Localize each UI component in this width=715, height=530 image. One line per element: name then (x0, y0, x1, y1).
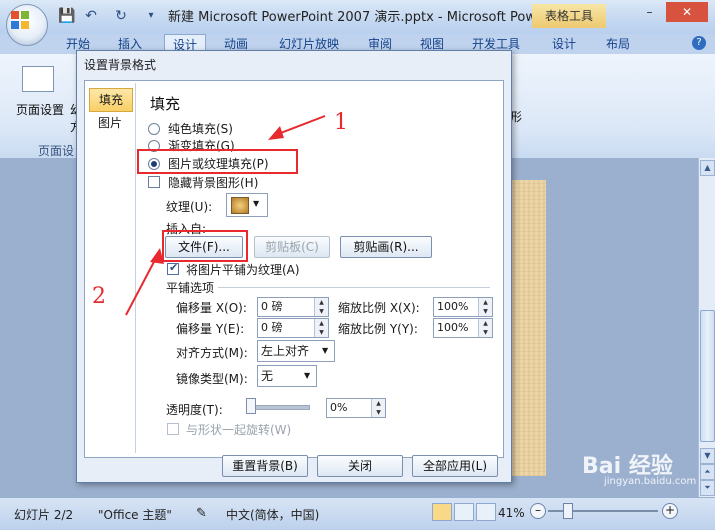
spin-arrows-icon[interactable]: ▲ ▼ (478, 319, 492, 337)
language-status[interactable]: 中文(简体，中国) (226, 506, 319, 523)
save-icon[interactable]: 💾 (58, 7, 76, 25)
spin-arrows-icon[interactable]: ▲ ▼ (478, 298, 492, 316)
alignment-select[interactable]: 左上对齐 ▼ (257, 340, 335, 362)
spin-arrows-icon[interactable]: ▲ ▼ (371, 399, 385, 417)
nav-item-fill[interactable]: 填充 (89, 88, 133, 112)
scale-x-stepper[interactable]: 100% ▲ ▼ (433, 297, 493, 317)
scale-y-stepper[interactable]: 100% ▲ ▼ (433, 318, 493, 338)
theme-name[interactable]: "Office 主题" (98, 506, 172, 523)
tab-table-layout[interactable]: 布局 (598, 34, 638, 54)
scale-x-value: 100% (437, 300, 469, 313)
transparency-slider-thumb[interactable] (246, 398, 256, 414)
slide-counter: 幻灯片 2/2 (14, 508, 74, 522)
zoom-level[interactable]: 41% (498, 506, 525, 520)
scroll-down-icon[interactable]: ▼ (700, 448, 715, 464)
close-dialog-button[interactable]: 关闭 (317, 455, 403, 477)
zoom-out-icon[interactable]: – (530, 503, 546, 519)
scale-y-value: 100% (437, 321, 469, 334)
transparency-value: 0% (330, 401, 348, 414)
chevron-down-icon: ▼ (322, 346, 329, 355)
next-slide-icon[interactable]: ⏷ (700, 480, 715, 496)
clipart-button[interactable]: 剪贴画(R)... (340, 236, 432, 258)
close-window-button[interactable]: ✕ (666, 2, 708, 22)
watermark-url: jingyan.baidu.com (604, 476, 697, 487)
page-setup-button[interactable]: 页面设置 (16, 101, 64, 118)
ribbon-group-label: 页面设 (38, 144, 75, 158)
spin-arrows-icon[interactable]: ▲ ▼ (314, 319, 328, 337)
reset-background-button[interactable]: 重置背景(B) (222, 455, 308, 477)
alignment-label: 对齐方式(M): (176, 346, 248, 360)
office-logo-icon (11, 11, 29, 29)
annotation-arrows (125, 115, 326, 316)
transparency-stepper[interactable]: 0% ▲ ▼ (326, 398, 386, 418)
slide-canvas[interactable] (508, 180, 546, 476)
page-setup-icon[interactable] (22, 66, 54, 92)
annotation-number-1: 1 (334, 110, 348, 135)
dialog-title: 设置背景格式 (84, 58, 157, 72)
qat-customize-icon[interactable]: ▾ (142, 7, 160, 25)
mirror-type-label: 镜像类型(M): (176, 372, 248, 386)
offset-y-stepper[interactable]: 0 磅 ▲ ▼ (257, 318, 329, 338)
scroll-up-icon[interactable]: ▲ (700, 160, 715, 176)
help-icon[interactable]: ? (692, 36, 706, 50)
tab-table-design[interactable]: 设计 (544, 34, 584, 54)
table-tools-label: 表格工具 (532, 4, 606, 28)
rotate-with-shape-checkbox[interactable] (167, 423, 179, 435)
window-title: 新建 Microsoft PowerPoint 2007 演示.pptx - M… (168, 10, 557, 25)
scroll-thumb[interactable] (700, 310, 715, 442)
spell-check-icon[interactable]: ✎ (196, 506, 207, 521)
transparency-label: 透明度(T): (166, 403, 223, 417)
annotation-number-2: 2 (92, 284, 106, 309)
undo-icon[interactable]: ↶ (82, 7, 100, 25)
zoom-slider-thumb[interactable] (563, 503, 573, 519)
offset-y-value: 0 磅 (261, 321, 283, 334)
redo-icon[interactable]: ↻ (112, 7, 130, 25)
prev-slide-icon[interactable]: ⏶ (700, 464, 715, 480)
slideshow-view-icon[interactable] (476, 503, 496, 521)
slide-sorter-icon[interactable] (454, 503, 474, 521)
normal-view-icon[interactable] (432, 503, 452, 521)
offset-y-label: 偏移量 Y(E): (176, 322, 245, 336)
chevron-down-icon: ▼ (304, 371, 311, 380)
rotate-with-shape-label[interactable]: 与形状一起旋转(W) (186, 421, 291, 438)
mirror-type-select[interactable]: 无 ▼ (257, 365, 317, 387)
scale-y-label: 缩放比例 Y(Y): (338, 322, 418, 336)
minimize-button[interactable]: – (636, 2, 663, 22)
scale-x-label: 缩放比例 X(X): (338, 301, 420, 315)
alignment-value: 左上对齐 (261, 344, 310, 358)
zoom-in-icon[interactable]: + (662, 503, 678, 519)
apply-to-all-button[interactable]: 全部应用(L) (412, 455, 498, 477)
mirror-type-value: 无 (261, 369, 274, 383)
